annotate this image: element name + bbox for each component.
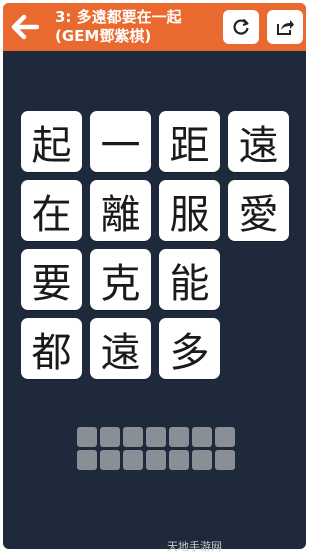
- share-button[interactable]: [267, 10, 303, 44]
- level-title-line2: (GEM鄧紫棋): [55, 27, 152, 45]
- letter-tile[interactable]: 服: [159, 180, 220, 241]
- answer-slot[interactable]: [146, 450, 166, 470]
- answer-slot[interactable]: [123, 450, 143, 470]
- answer-slot[interactable]: [215, 450, 235, 470]
- answer-slot[interactable]: [100, 450, 120, 470]
- refresh-icon: [233, 18, 249, 35]
- header-bar: 3: 多遠都要在一起 (GEM鄧紫棋): [3, 3, 306, 51]
- letter-tile[interactable]: 都: [21, 318, 82, 379]
- level-title-line1: 3: 多遠都要在一起: [55, 8, 182, 26]
- letter-tile[interactable]: 距: [159, 111, 220, 172]
- refresh-button[interactable]: [223, 10, 259, 44]
- arrow-left-icon: [11, 14, 39, 40]
- answer-slot[interactable]: [192, 427, 212, 447]
- answer-slot[interactable]: [77, 427, 97, 447]
- letter-tile[interactable]: 離: [90, 180, 151, 241]
- share-icon: [277, 20, 294, 35]
- letter-tile[interactable]: 能: [159, 249, 220, 310]
- answer-slot[interactable]: [169, 427, 189, 447]
- letter-tile[interactable]: 在: [21, 180, 82, 241]
- letter-tile[interactable]: 遠: [228, 111, 289, 172]
- letter-tile[interactable]: 愛: [228, 180, 289, 241]
- back-button[interactable]: [7, 9, 43, 45]
- answer-slot[interactable]: [192, 450, 212, 470]
- answer-slot[interactable]: [169, 450, 189, 470]
- letter-tile[interactable]: 多: [159, 318, 220, 379]
- letter-tile[interactable]: 克: [90, 249, 151, 310]
- letter-tile[interactable]: 起: [21, 111, 82, 172]
- letter-tile[interactable]: 遠: [90, 318, 151, 379]
- answer-slot[interactable]: [123, 427, 143, 447]
- game-screen: 3: 多遠都要在一起 (GEM鄧紫棋) 起一距遠在離服愛要克能都遠多: [3, 3, 306, 549]
- level-title: 3: 多遠都要在一起 (GEM鄧紫棋): [55, 8, 215, 46]
- answer-slot[interactable]: [100, 427, 120, 447]
- letter-tile[interactable]: 一: [90, 111, 151, 172]
- answer-slot[interactable]: [77, 450, 97, 470]
- answer-slot[interactable]: [215, 427, 235, 447]
- letter-tile[interactable]: 要: [21, 249, 82, 310]
- answer-slot[interactable]: [146, 427, 166, 447]
